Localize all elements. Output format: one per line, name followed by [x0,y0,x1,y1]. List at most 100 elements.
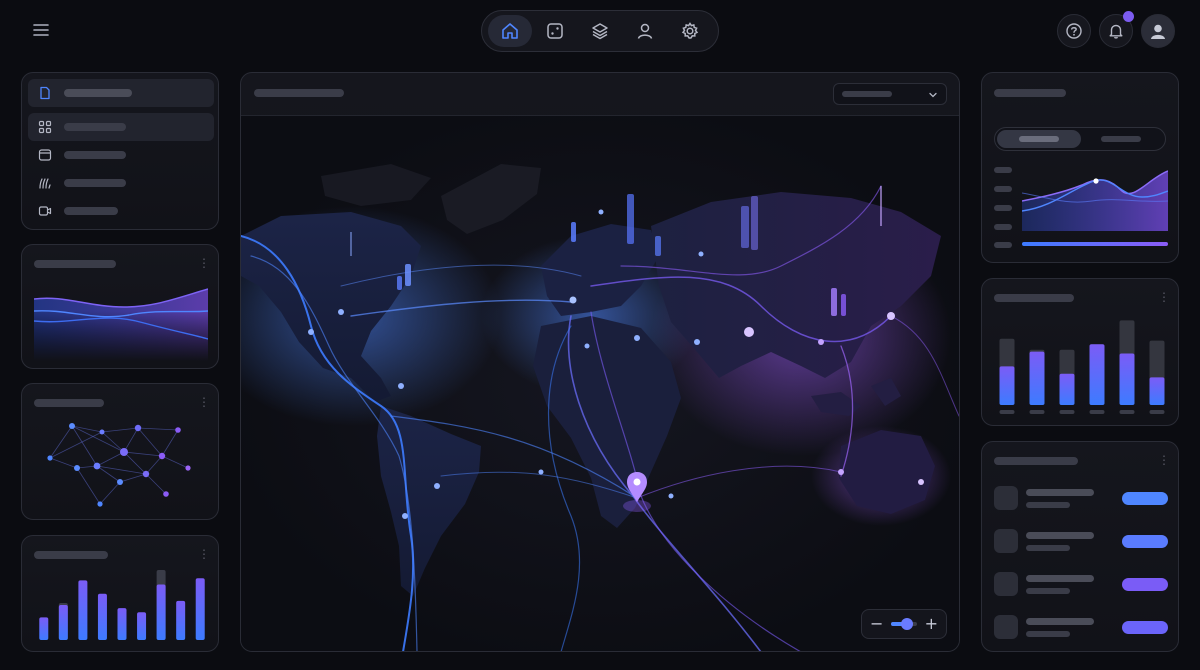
bar [1059,373,1075,405]
menu-item-documents[interactable] [28,79,214,107]
zoom-slider-handle[interactable] [900,618,913,630]
bar-chart-right [999,320,1165,414]
bar [39,617,49,640]
grid-icon [38,120,52,134]
nav-home-button[interactable] [488,15,533,47]
list-item-status-pill[interactable] [1122,492,1168,505]
bar [1089,344,1105,405]
list-item-status-pill[interactable] [1122,535,1168,548]
avatar[interactable] [1141,14,1175,48]
list-item[interactable] [994,572,1168,598]
help-button[interactable] [1057,14,1091,48]
bar [1149,377,1165,405]
bar [156,584,166,640]
dropdown-value-placeholder [842,91,892,97]
zoom-in-button[interactable]: + [925,616,938,632]
bar-chart-left [39,570,205,640]
list-item[interactable] [994,529,1168,555]
list-item[interactable] [994,486,1168,512]
toggle-label-placeholder [1101,136,1141,142]
list-item-title-placeholder [1026,532,1094,539]
list-item-subtitle-placeholder [1026,588,1070,594]
more-options-icon[interactable]: ⋮ [1158,454,1170,466]
nav-dice-button[interactable] [533,15,577,47]
bar-label-placeholder [1149,410,1165,414]
bar-label-placeholder [1029,410,1045,414]
document-icon [40,86,50,100]
more-options-icon[interactable]: ⋮ [198,257,210,269]
menu-item-label-placeholder [64,123,126,131]
map-title-placeholder [254,89,344,97]
hamburger-menu-icon[interactable] [32,22,50,38]
card-title-placeholder [994,457,1078,465]
bar-label-placeholder [999,410,1015,414]
avatar-icon [1151,24,1165,39]
bar-chart-card-left: ⋮ [21,535,219,652]
left-menu-panel [21,72,219,230]
y-label-placeholder [994,186,1012,192]
map-filter-dropdown[interactable] [833,83,947,105]
nav-layers-button[interactable] [578,15,622,47]
bar-label-placeholder [1089,410,1105,414]
menu-item-window[interactable] [28,141,214,169]
bar [58,605,68,640]
network-graph-card: ⋮ [21,383,219,520]
toggle-option-1[interactable] [997,130,1081,148]
notification-badge [1123,11,1134,22]
bar [195,578,205,640]
card-title-placeholder [34,399,104,407]
more-options-icon[interactable]: ⋮ [1158,291,1170,303]
y-label-placeholder [994,224,1012,230]
menu-item-dashboard[interactable] [28,113,214,141]
wave-chart-card: ⋮ [21,244,219,369]
list-item-subtitle-placeholder [1026,631,1070,637]
bar [97,593,107,640]
list-item-title-placeholder [1026,489,1094,496]
list-item[interactable] [994,615,1168,641]
list-item-status-pill[interactable] [1122,578,1168,591]
toggle-label-placeholder [1019,136,1059,142]
bar [999,366,1015,405]
network-graph [47,423,191,507]
south-america [377,406,481,596]
zoom-slider[interactable] [891,618,917,630]
bar [1119,353,1135,405]
menu-item-video[interactable] [28,197,214,225]
bar [78,580,88,640]
more-options-icon[interactable]: ⋮ [198,396,210,408]
world-map[interactable] [241,115,959,651]
zoom-out-button[interactable]: − [870,616,883,632]
greenland [441,164,541,234]
range-progress-bar [1022,242,1168,246]
line-chart-card [981,72,1179,263]
bar-label-placeholder [1119,410,1135,414]
user-icon [637,23,653,39]
toggle-option-2[interactable] [1083,130,1165,148]
menu-item-signal[interactable] [28,169,214,197]
y-label-placeholder [994,205,1012,211]
bar [1029,351,1045,405]
area-line-chart [1022,170,1168,231]
list-item-title-placeholder [1026,618,1094,625]
more-options-icon[interactable]: ⋮ [198,548,210,560]
menu-item-label-placeholder [64,179,126,187]
y-label-placeholder [994,167,1012,173]
list-item-thumbnail [994,615,1018,639]
top-navigation [481,10,719,52]
wave-chart [34,288,208,361]
list-item-thumbnail [994,486,1018,510]
card-title-placeholder [34,260,116,268]
bell-icon [1109,24,1123,39]
list-item-thumbnail [994,572,1018,596]
list-item-subtitle-placeholder [1026,545,1070,551]
signal-icon [39,178,51,189]
map-panel: − + [240,72,960,652]
video-icon [38,206,52,216]
list-item-status-pill[interactable] [1122,621,1168,634]
card-title-placeholder [34,551,108,559]
bar [137,612,147,640]
nav-settings-button[interactable] [668,15,712,47]
list-card: ⋮ [981,441,1179,652]
world-map-canvas [241,164,959,651]
nav-user-button[interactable] [623,15,667,47]
